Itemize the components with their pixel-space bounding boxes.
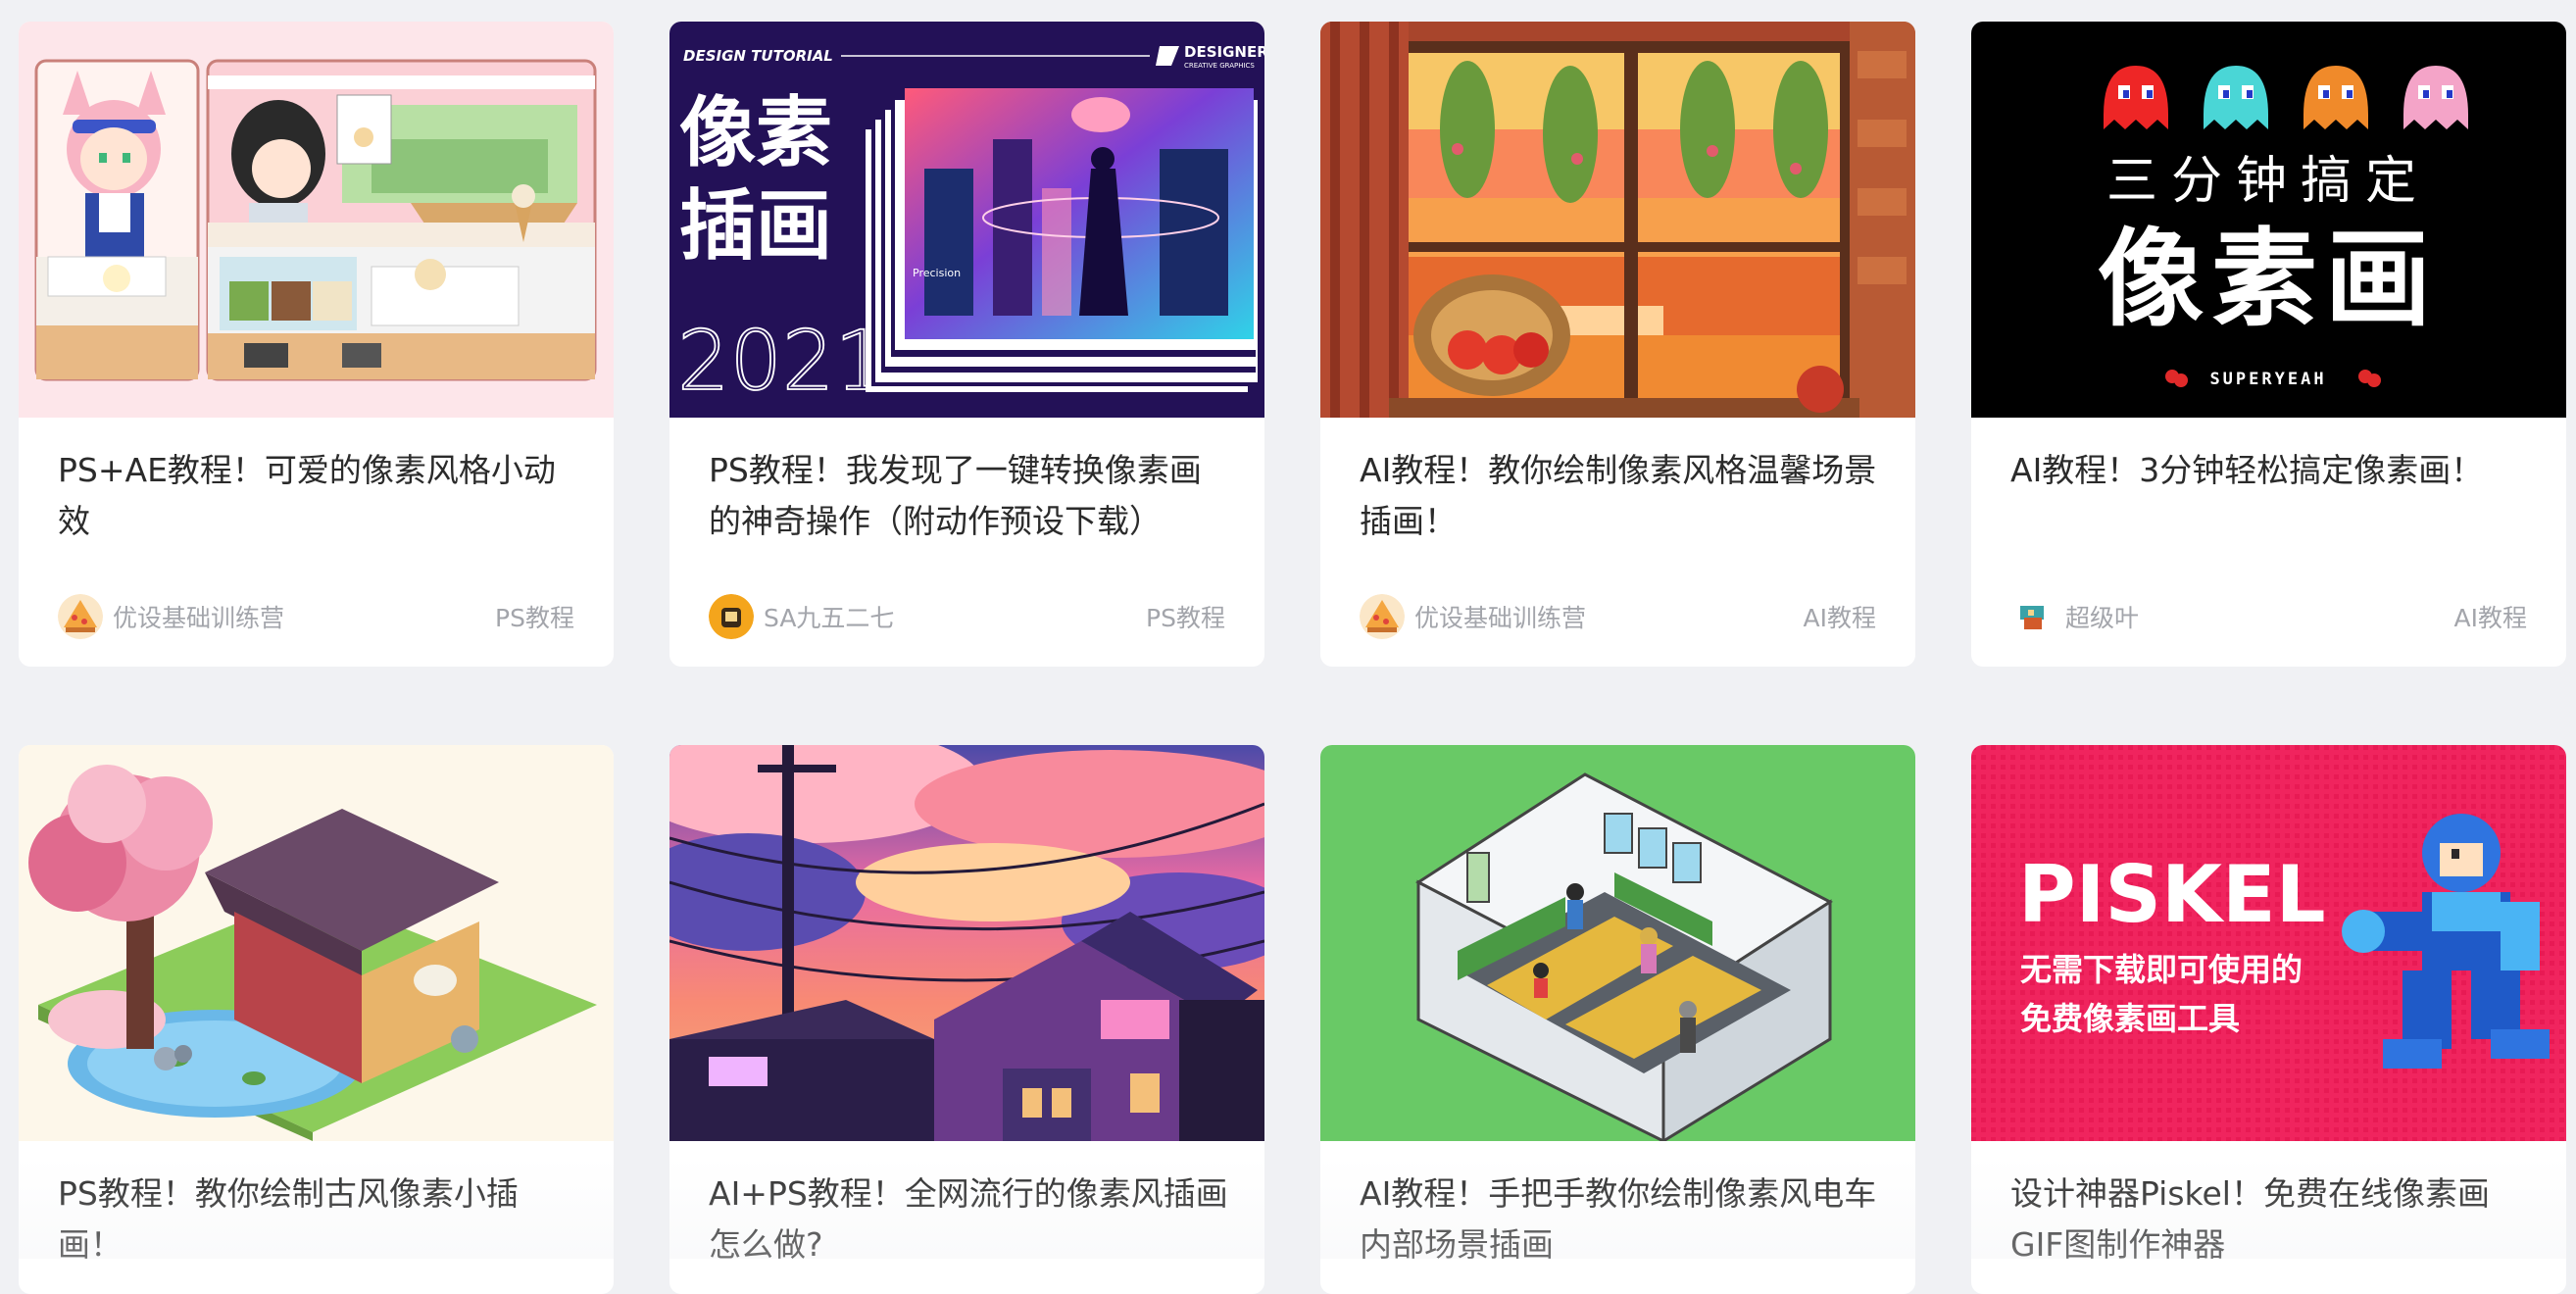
article-title[interactable]: PS+AE教程！可爱的像素风格小动效 [58,445,577,547]
thumb-brand-text: SUPERYEAH [2209,370,2326,389]
thumb-line2-text: 像素画 [2098,219,2439,341]
thumb-big-text-1: 像素 [679,89,832,177]
article-card[interactable]: PS教程！教你绘制古风像素小插画！ [19,745,614,1294]
avatar[interactable] [58,594,103,639]
thumb-brand-sub-text: CREATIVE GRAPHICS [1184,62,1255,70]
article-card[interactable]: AI+PS教程！全网流行的像素风插画怎么做? [669,745,1264,1294]
thumb-header-text: DESIGN TUTORIAL [683,47,833,65]
article-card[interactable]: PS+AE教程！可爱的像素风格小动效 优设基础训练营 PS教程 [19,22,614,667]
article-title[interactable]: AI教程！3分钟轻松搞定像素画！ [2010,445,2530,496]
thumb-line2-text: 免费像素画工具 [2020,1000,2240,1037]
article-card[interactable]: 三分钟搞定 像素画 SUPERYEAH AI教程！3分钟轻松搞定像素画！ 超级叶… [1971,22,2566,667]
piskel-thumbnail[interactable]: PISKEL 无需下载即可使用的 免费像素画工具 [1971,745,2566,1141]
article-meta: SA九五二七 PS教程 [709,592,1225,641]
article-card[interactable]: DESIGN TUTORIAL DESIGNER CREATIVE GRAPHI… [669,22,1264,667]
article-title[interactable]: AI教程！手把手教你绘制像素风电车内部场景插画 [1360,1169,1879,1270]
article-meta: 优设基础训练营 AI教程 [1360,592,1876,641]
avatar[interactable] [2010,594,2056,639]
pixel-sunset-thumbnail[interactable] [669,745,1264,1141]
pixel-train-thumbnail[interactable] [1320,745,1915,1141]
pixel-cafe-thumbnail[interactable] [19,22,614,418]
article-meta: 优设基础训练营 PS教程 [58,592,574,641]
article-grid: PS+AE教程！可爱的像素风格小动效 优设基础训练营 PS教程 DESIGN T… [0,0,2576,1294]
avatar[interactable] [709,594,754,639]
avatar[interactable] [1360,594,1405,639]
pacman-ghosts-thumbnail[interactable]: 三分钟搞定 像素画 SUPERYEAH [1971,22,2566,418]
article-meta: 超级叶 AI教程 [2010,592,2527,641]
author-name[interactable]: SA九五二七 [764,599,894,634]
thumb-line1-text: 无需下载即可使用的 [2020,951,2303,988]
thumb-line1-text: 三分钟搞定 [2106,152,2430,211]
article-title[interactable]: AI+PS教程！全网流行的像素风插画怎么做? [709,1169,1228,1270]
author-name[interactable]: 超级叶 [2065,599,2139,634]
article-title[interactable]: PS教程！我发现了一键转换像素画的神奇操作（附动作预设下载） [709,445,1228,547]
category-tag[interactable]: AI教程 [1804,599,1876,634]
article-title[interactable]: AI教程！教你绘制像素风格温馨场景插画！ [1360,445,1879,547]
author-name[interactable]: 优设基础训练营 [113,599,284,634]
design-tutorial-thumbnail[interactable]: DESIGN TUTORIAL DESIGNER CREATIVE GRAPHI… [669,22,1264,418]
category-tag[interactable]: PS教程 [1146,599,1225,634]
article-card[interactable]: AI教程！手把手教你绘制像素风电车内部场景插画 [1320,745,1915,1294]
thumb-word-text: PISKEL [2018,849,2326,940]
article-title[interactable]: 设计神器Piskel！免费在线像素画GIF图制作神器 [2010,1169,2530,1270]
thumb-poster-word: Precision [913,267,961,279]
article-card[interactable]: AI教程！教你绘制像素风格温馨场景插画！ 优设基础训练营 AI教程 [1320,22,1915,667]
thumb-brand-text: DESIGNER [1184,43,1264,61]
article-title[interactable]: PS教程！教你绘制古风像素小插画！ [58,1169,577,1270]
pixel-window-thumbnail[interactable] [1320,22,1915,418]
author-name[interactable]: 优设基础训练营 [1414,599,1586,634]
article-card[interactable]: PISKEL 无需下载即可使用的 免费像素画工具 设计神器Piskel！免费在线… [1971,745,2566,1294]
pixel-house-thumbnail[interactable] [19,745,614,1141]
category-tag[interactable]: PS教程 [495,599,574,634]
category-tag[interactable]: AI教程 [2454,599,2527,634]
thumb-big-text-2: 插画 [679,182,832,271]
thumb-year-text: 2021 [677,313,887,409]
